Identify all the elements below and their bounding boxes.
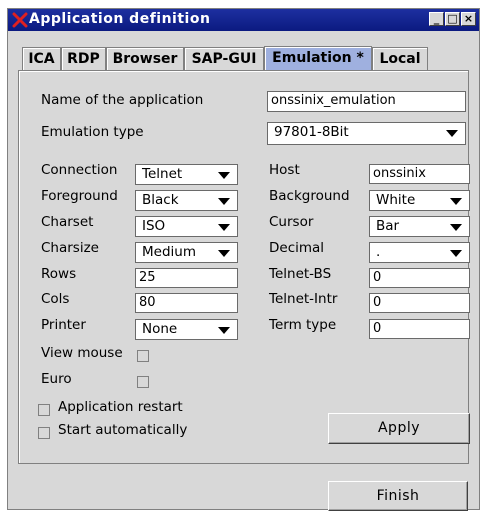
telnet-intr-label: Telnet-Intr [269, 291, 338, 307]
start-automatically-checkbox[interactable] [38, 427, 50, 439]
chevron-down-icon [450, 224, 462, 231]
cols-label: Cols [41, 291, 70, 307]
emulation-type-label: Emulation type [41, 124, 144, 140]
view-mouse-label: View mouse [41, 345, 123, 361]
foreground-label: Foreground [41, 188, 118, 204]
emulation-type-select[interactable]: 97801-8Bit [267, 122, 466, 145]
close-button[interactable]: × [461, 12, 476, 26]
printer-select[interactable]: None [135, 319, 238, 340]
connection-select[interactable]: Telnet [135, 164, 238, 185]
foreground-select[interactable]: Black [135, 190, 238, 211]
decimal-label: Decimal [269, 240, 325, 256]
chevron-down-icon [218, 224, 230, 231]
term-type-label: Term type [269, 317, 337, 333]
emulation-type-value: 97801-8Bit [274, 124, 349, 140]
background-select[interactable]: White [369, 190, 470, 211]
app-x-icon [12, 12, 28, 28]
application-restart-label: Application restart [58, 399, 183, 415]
telnet-intr-field[interactable]: 0 [369, 293, 470, 313]
chevron-down-icon [218, 172, 230, 179]
telnet-bs-field[interactable]: 0 [369, 268, 470, 288]
background-value: White [376, 192, 416, 208]
chevron-down-icon [450, 198, 462, 205]
tab-emulation[interactable]: Emulation * [264, 46, 372, 72]
charsize-select[interactable]: Medium [135, 242, 238, 263]
euro-label: Euro [41, 371, 72, 387]
term-type-field[interactable]: 0 [369, 319, 470, 339]
tab-ica[interactable]: ICA [22, 47, 61, 71]
application-restart-checkbox[interactable] [38, 404, 50, 416]
chevron-down-icon [218, 250, 230, 257]
apply-button[interactable]: Apply [328, 413, 470, 444]
name-field[interactable]: onssinix_emulation [267, 91, 466, 112]
foreground-value: Black [142, 192, 179, 208]
window-title: Application definition [29, 11, 211, 27]
connection-label: Connection [41, 162, 118, 178]
charset-label: Charset [41, 214, 94, 230]
view-mouse-checkbox[interactable] [137, 350, 149, 362]
printer-value: None [142, 321, 178, 337]
application-definition-window: Application definition _ □ × ICA RDP Bro… [7, 8, 480, 511]
printer-label: Printer [41, 317, 86, 333]
decimal-value: . [376, 244, 381, 260]
name-label: Name of the application [41, 92, 204, 108]
maximize-button[interactable]: □ [445, 12, 460, 26]
host-field[interactable]: onssinix [369, 164, 470, 184]
connection-value: Telnet [142, 166, 183, 182]
euro-checkbox[interactable] [137, 376, 149, 388]
start-automatically-label: Start automatically [58, 422, 188, 438]
host-label: Host [269, 162, 300, 178]
finish-button[interactable]: Finish [328, 481, 468, 511]
chevron-down-icon [450, 250, 462, 257]
charset-select[interactable]: ISO [135, 216, 238, 237]
tab-rdp[interactable]: RDP [61, 47, 106, 71]
chevron-down-icon [218, 327, 230, 334]
tab-browser[interactable]: Browser [106, 47, 184, 71]
cursor-value: Bar [376, 218, 400, 234]
minimize-button[interactable]: _ [429, 12, 444, 26]
cursor-select[interactable]: Bar [369, 216, 470, 237]
tab-sap-gui[interactable]: SAP-GUI [184, 47, 264, 71]
rows-field[interactable]: 25 [135, 268, 238, 288]
chevron-down-icon [218, 198, 230, 205]
chevron-down-icon [446, 130, 458, 137]
telnet-bs-label: Telnet-BS [269, 266, 332, 282]
background-label: Background [269, 188, 350, 204]
charsize-label: Charsize [41, 240, 99, 256]
cursor-label: Cursor [269, 214, 314, 230]
title-bar[interactable]: Application definition _ □ × [8, 9, 479, 31]
tab-local[interactable]: Local [372, 47, 428, 71]
cols-field[interactable]: 80 [135, 293, 238, 313]
rows-label: Rows [41, 266, 77, 282]
charset-value: ISO [142, 218, 166, 234]
decimal-select[interactable]: . [369, 242, 470, 263]
charsize-value: Medium [142, 244, 196, 260]
